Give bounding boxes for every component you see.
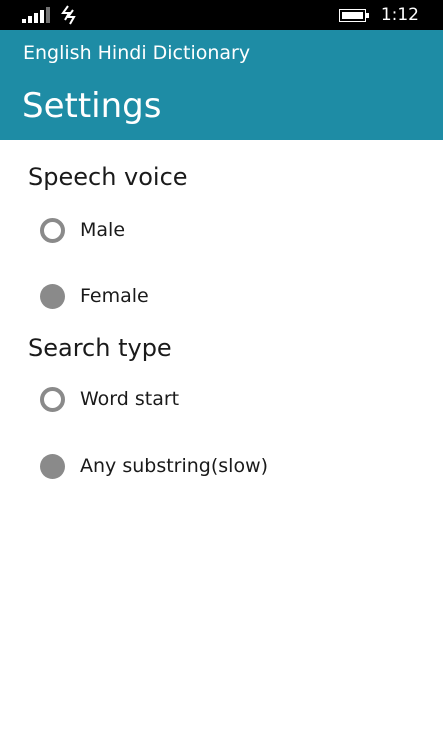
- radio-label-female: Female: [80, 285, 149, 307]
- radio-word-start[interactable]: Word start: [40, 384, 179, 414]
- radio-any-substring[interactable]: Any substring(slow): [40, 451, 268, 481]
- settings-screen: 1:12 English Hindi Dictionary Settings S…: [0, 0, 443, 738]
- radio-checked-icon[interactable]: [40, 283, 65, 309]
- status-bar: 1:12: [0, 0, 443, 30]
- radio-female[interactable]: Female: [40, 281, 149, 311]
- app-title: English Hindi Dictionary: [23, 42, 251, 64]
- title-header: English Hindi Dictionary Settings: [0, 30, 443, 140]
- radio-unchecked-icon[interactable]: [40, 217, 65, 243]
- signal-strength-icon: [22, 7, 50, 23]
- radio-checked-icon[interactable]: [40, 453, 65, 479]
- radio-label-any-substring: Any substring(slow): [80, 455, 269, 477]
- radio-male[interactable]: Male: [40, 215, 125, 245]
- clock: 1:12: [380, 5, 419, 25]
- speech-voice-heading: Speech voice: [28, 163, 188, 191]
- page-title: Settings: [22, 86, 162, 126]
- radio-label-word-start: Word start: [80, 388, 180, 410]
- search-type-heading: Search type: [28, 334, 172, 362]
- radio-unchecked-icon[interactable]: [40, 386, 65, 412]
- data-connection-icon: [61, 5, 76, 25]
- battery-icon: [339, 9, 369, 22]
- radio-label-male: Male: [80, 219, 126, 241]
